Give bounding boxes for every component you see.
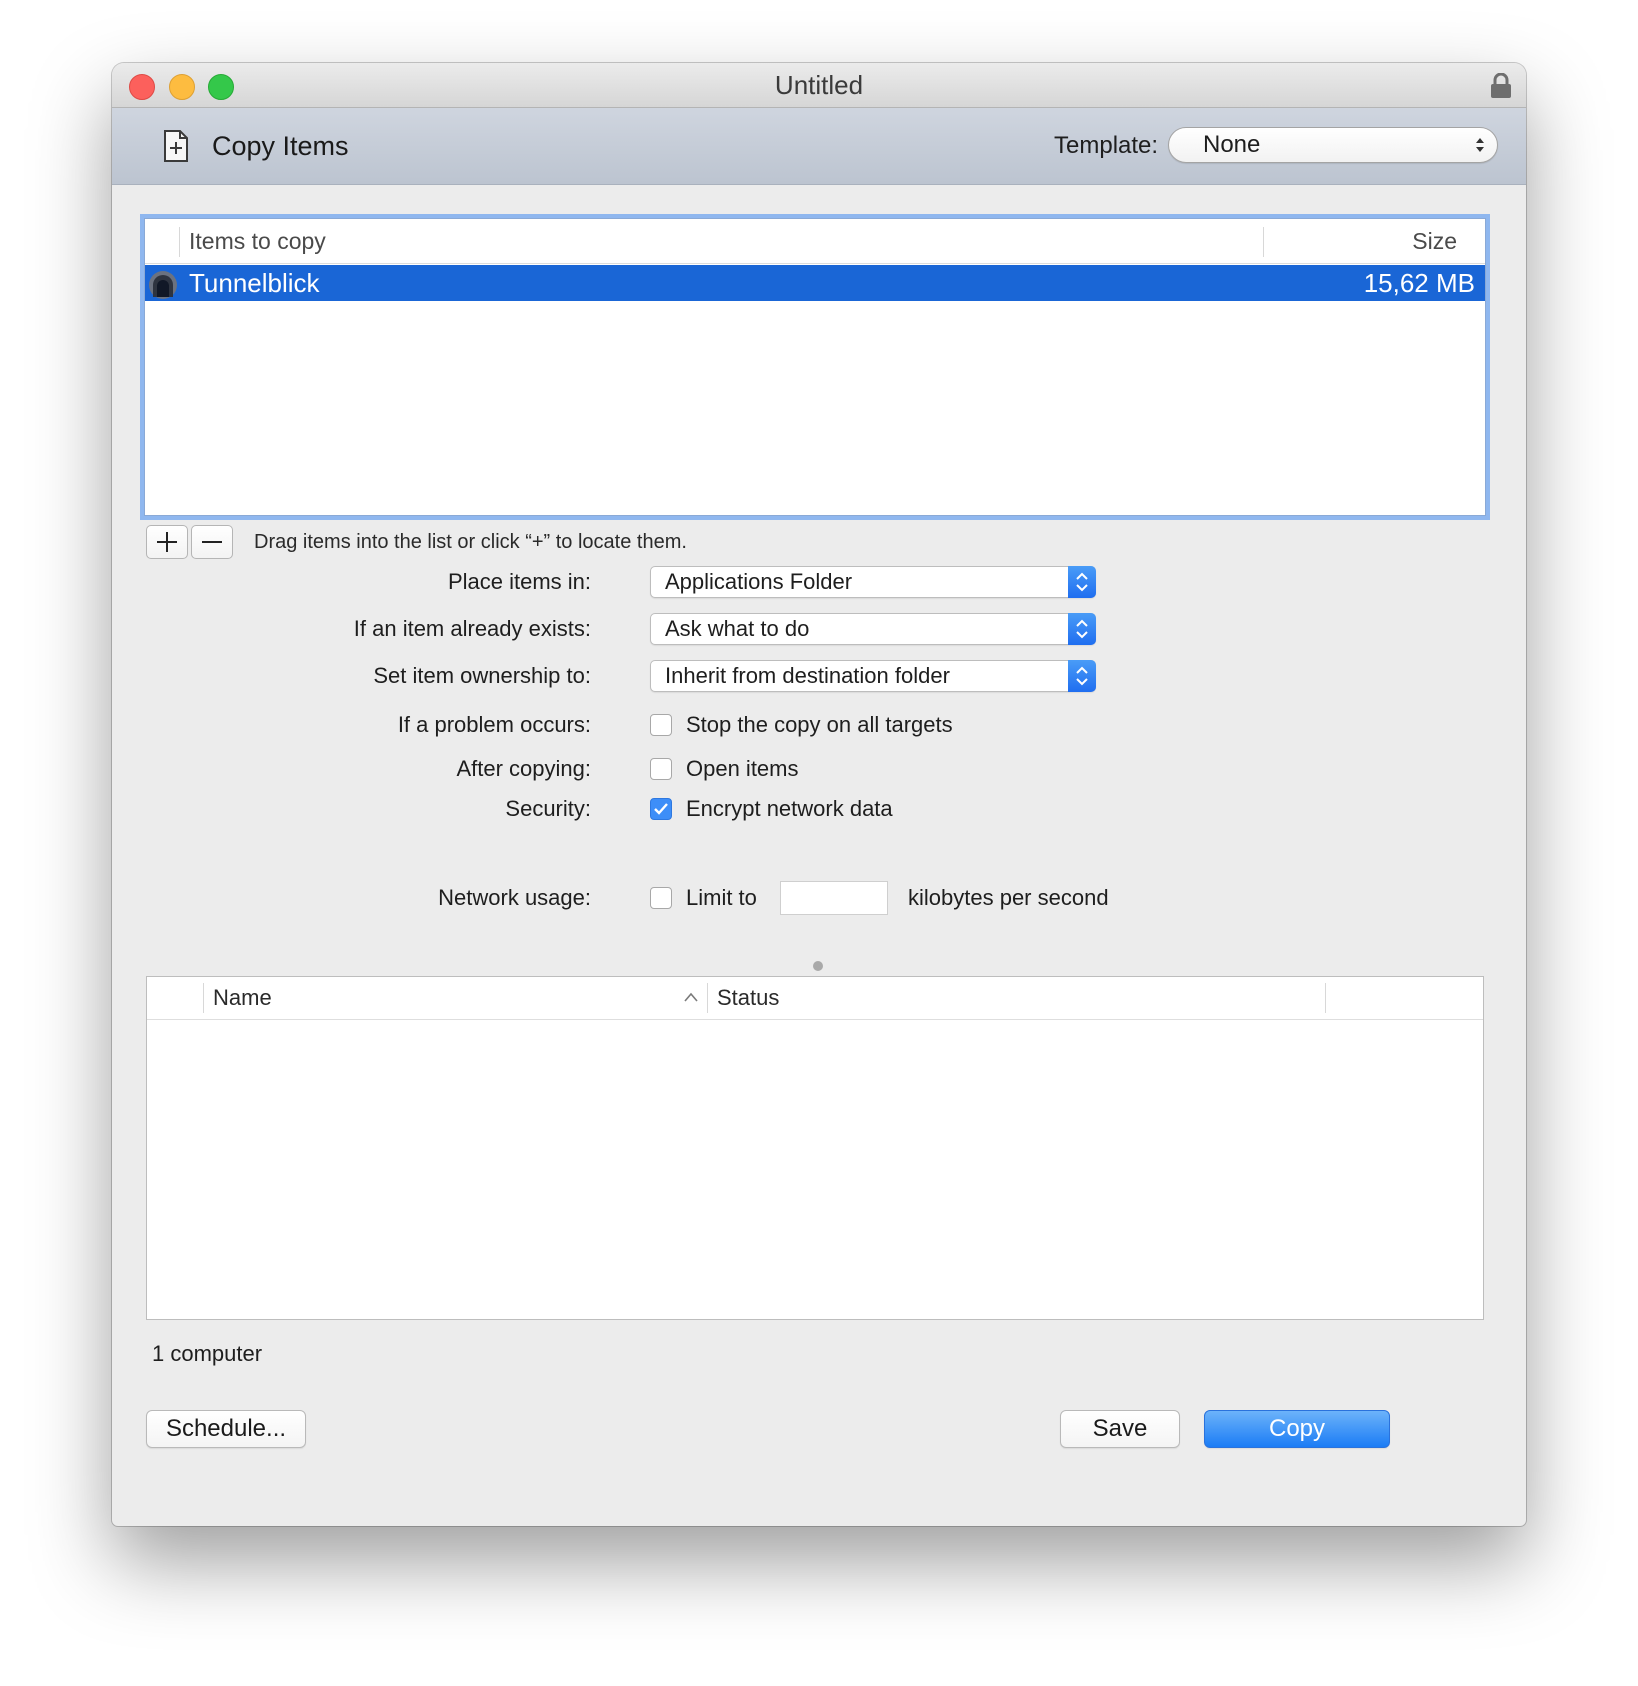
ownership-label: Set item ownership to: — [373, 663, 591, 688]
kilobytes-label: kilobytes per second — [908, 885, 1109, 910]
computer-count: 1 computer — [152, 1341, 263, 1366]
document-add-icon — [164, 130, 188, 162]
save-button[interactable]: Save — [1060, 1410, 1180, 1448]
updown-arrows-icon — [1076, 666, 1088, 686]
popup-arrows — [1068, 566, 1096, 598]
column-separator — [1325, 983, 1326, 1013]
exists-value: Ask what to do — [665, 616, 810, 641]
place-items-value: Applications Folder — [665, 569, 853, 594]
column-header-name[interactable]: Name — [213, 977, 272, 1019]
copy-button[interactable]: Copy — [1204, 1410, 1390, 1448]
place-items-popup[interactable]: Applications Folder — [650, 566, 1096, 598]
template-label: Template: — [1054, 132, 1159, 159]
window-title: Untitled — [774, 70, 864, 100]
add-item-button[interactable] — [146, 525, 188, 559]
column-header-size[interactable]: Size — [1412, 219, 1457, 263]
security-label: Security: — [505, 796, 591, 821]
encrypt-label[interactable]: Encrypt network data — [686, 793, 893, 825]
ownership-popup[interactable]: Inherit from destination folder — [650, 660, 1096, 692]
encrypt-checkbox[interactable] — [650, 798, 672, 820]
tunnelblick-app-icon — [149, 271, 177, 299]
limit-label[interactable]: Limit to — [686, 882, 757, 914]
task-title: Copy Items — [212, 131, 349, 161]
computer-status-table[interactable]: Name Status — [146, 976, 1484, 1320]
stop-copy-checkbox[interactable] — [650, 714, 672, 736]
network-usage-label: Network usage: — [438, 885, 591, 910]
popup-arrows — [1068, 660, 1096, 692]
column-header-status[interactable]: Status — [717, 977, 779, 1019]
exists-popup[interactable]: Ask what to do — [650, 613, 1096, 645]
toolbar: Copy Items Template: None — [112, 108, 1526, 185]
column-separator — [707, 983, 708, 1013]
popup-arrows — [1068, 613, 1096, 645]
stop-copy-label[interactable]: Stop the copy on all targets — [686, 709, 953, 741]
ownership-value: Inherit from destination folder — [665, 663, 950, 688]
column-separator — [1263, 227, 1264, 257]
after-copying-label: After copying: — [456, 756, 591, 781]
status-table-header: Name Status — [147, 977, 1483, 1020]
items-to-copy-list[interactable]: Items to copy Size Tunnelblick 15,62 MB — [144, 218, 1486, 516]
limit-checkbox[interactable] — [650, 887, 672, 909]
plus-icon — [157, 532, 177, 552]
problem-label: If a problem occurs: — [397, 712, 591, 737]
updown-arrows-icon — [1076, 572, 1088, 592]
limit-rate-field[interactable] — [780, 881, 888, 915]
place-items-label: Place items in: — [447, 569, 591, 594]
updown-arrows-icon — [1076, 619, 1088, 639]
template-popup[interactable]: None — [1168, 127, 1498, 163]
sort-ascending-icon[interactable] — [684, 992, 698, 1002]
title-bar: Untitled — [112, 63, 1526, 108]
items-list-header: Items to copy Size — [145, 219, 1485, 264]
schedule-button[interactable]: Schedule... — [146, 1410, 306, 1448]
remove-item-button[interactable] — [191, 525, 233, 559]
column-separator — [179, 227, 180, 257]
lock-icon[interactable] — [1490, 73, 1512, 99]
copy-items-window: Untitled Copy Items Template: None Items… — [112, 63, 1526, 1526]
list-item[interactable]: Tunnelblick 15,62 MB — [145, 265, 1485, 301]
items-hint: Drag items into the list or click “+” to… — [254, 531, 687, 553]
checkmark-icon — [654, 803, 668, 815]
template-value: None — [1203, 131, 1261, 158]
item-size: 15,62 MB — [1363, 268, 1475, 298]
updown-arrows-icon — [1476, 138, 1484, 152]
exists-label: If an item already exists: — [353, 616, 591, 641]
column-header-items[interactable]: Items to copy — [189, 219, 326, 263]
open-items-checkbox[interactable] — [650, 758, 672, 780]
split-view-handle[interactable] — [813, 961, 823, 971]
item-name: Tunnelblick — [189, 268, 320, 298]
add-remove-control — [146, 525, 234, 559]
open-items-label[interactable]: Open items — [686, 753, 799, 785]
minus-icon — [202, 541, 222, 543]
column-separator — [203, 983, 204, 1013]
